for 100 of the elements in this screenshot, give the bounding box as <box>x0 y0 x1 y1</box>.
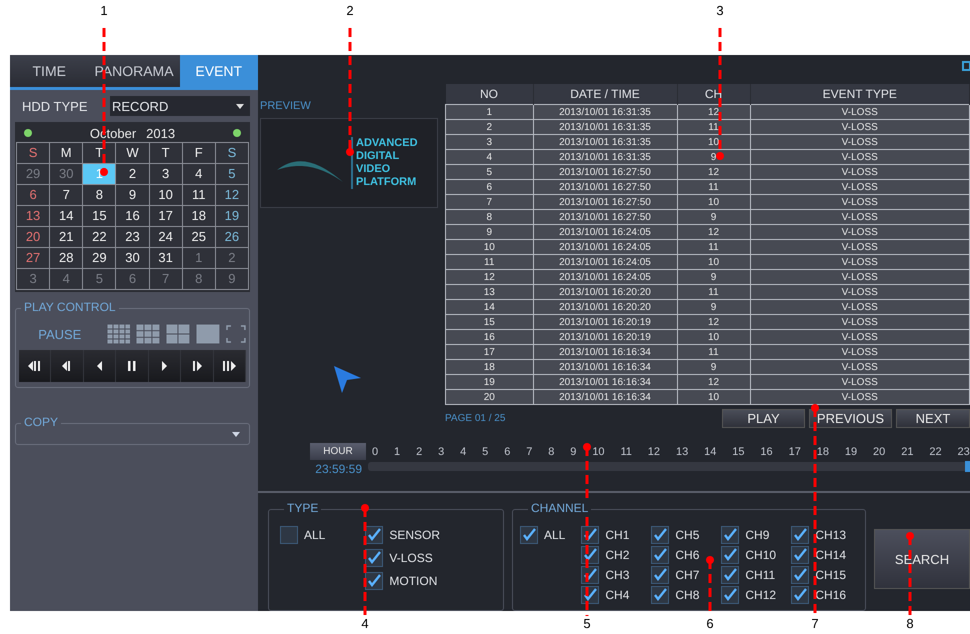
table-cell: 2013/10/01 16:24:05 <box>533 270 677 284</box>
hour-label: 9 <box>570 446 576 458</box>
grid-layout-icon[interactable] <box>106 324 130 344</box>
callout-number: 2 <box>345 4 355 18</box>
calendar-day[interactable]: 15 <box>83 206 116 226</box>
calendar-day[interactable]: 3 <box>150 164 182 184</box>
hour-label: 13 <box>676 446 688 458</box>
calendar-day[interactable]: 27 <box>17 248 50 268</box>
tab[interactable]: TIME <box>10 55 88 87</box>
tab[interactable]: PANORAMA <box>88 55 180 87</box>
calendar-day[interactable]: 26 <box>216 227 248 247</box>
table-cell: 2013/10/01 16:20:19 <box>533 330 677 344</box>
fast-rewind-button[interactable] <box>19 350 52 382</box>
calendar-day[interactable]: 23 <box>116 227 149 247</box>
hour-label: 15 <box>732 446 745 458</box>
checkbox[interactable] <box>581 526 600 544</box>
calendar-day[interactable]: 2 <box>116 164 149 184</box>
fullscreen-icon[interactable] <box>226 325 246 343</box>
checkbox[interactable] <box>791 546 810 564</box>
nav-button[interactable]: NEXT <box>896 409 970 428</box>
calendar-day[interactable]: 12 <box>216 185 248 205</box>
reverse-play-button[interactable] <box>84 350 116 382</box>
calendar-day[interactable]: 9 <box>116 185 149 205</box>
checkbox[interactable] <box>721 546 740 564</box>
hour-button[interactable]: HOUR <box>310 443 366 460</box>
grid-layout-icon[interactable] <box>136 324 160 344</box>
calendar-day[interactable]: 17 <box>150 206 182 226</box>
hour-label: 22 <box>929 446 942 458</box>
search-button[interactable]: SEARCH <box>874 529 970 589</box>
calendar-day[interactable]: 20 <box>17 227 50 247</box>
calendar-day[interactable]: 25 <box>182 227 215 247</box>
hour-label: 23 <box>958 446 970 458</box>
preview-label: PREVIEW <box>260 100 312 112</box>
grid-layout-icon[interactable] <box>166 324 190 344</box>
calendar-day[interactable]: 29 <box>83 248 116 268</box>
calendar-day[interactable]: 28 <box>50 248 82 268</box>
fast-forward-icon <box>222 361 236 371</box>
window-icon[interactable] <box>962 61 970 71</box>
table-cell: 2013/10/01 16:27:50 <box>533 194 677 210</box>
calendar-day[interactable]: 14 <box>50 206 82 226</box>
calendar-day[interactable]: 11 <box>182 185 215 205</box>
nav-button[interactable]: PLAY <box>722 409 805 428</box>
step-back-button[interactable] <box>51 350 84 382</box>
hour-label: 3 <box>438 446 444 458</box>
weekday-label: T <box>83 143 116 163</box>
calendar-day[interactable]: 4 <box>182 164 215 184</box>
calendar-day[interactable]: 22 <box>83 227 116 247</box>
previous-month-button[interactable] <box>24 129 32 137</box>
nav-button[interactable]: PREVIOUS <box>809 409 892 428</box>
step-forward-button[interactable] <box>181 350 214 382</box>
calendar-day[interactable]: 6 <box>17 185 50 205</box>
calendar-day[interactable]: 24 <box>150 227 182 247</box>
checkbox[interactable] <box>651 546 670 564</box>
checkbox[interactable] <box>651 566 670 584</box>
calendar-day[interactable]: 16 <box>116 206 149 226</box>
checkbox[interactable] <box>791 566 810 584</box>
logo-text: PLATFORM <box>356 176 418 189</box>
checkbox[interactable] <box>365 526 384 544</box>
calendar-day[interactable]: 13 <box>17 206 50 226</box>
table-cell: V-LOSS <box>750 330 970 344</box>
checkbox[interactable] <box>520 526 538 544</box>
checkbox[interactable] <box>365 572 384 590</box>
table-cell: V-LOSS <box>750 314 970 330</box>
checkbox[interactable] <box>365 549 384 567</box>
table-cell: 2013/10/01 16:31:35 <box>533 104 677 120</box>
callout-dot <box>361 504 369 512</box>
calendar-day[interactable]: 21 <box>50 227 82 247</box>
checkbox[interactable] <box>651 526 670 544</box>
next-month-button[interactable] <box>233 129 241 137</box>
checkbox[interactable] <box>721 566 740 584</box>
calendar-day[interactable]: 18 <box>182 206 215 226</box>
pause-button[interactable] <box>116 350 149 382</box>
checkbox[interactable] <box>581 566 600 584</box>
calendar-day[interactable]: 8 <box>83 185 116 205</box>
calendar-day[interactable]: 19 <box>216 206 248 226</box>
caret-icon <box>236 104 244 108</box>
calendar-day[interactable]: 30 <box>116 248 149 268</box>
weekday-label: M <box>50 143 82 163</box>
callout-number: 3 <box>715 4 725 18</box>
calendar-day[interactable]: 7 <box>50 185 82 205</box>
table-cell: 2013/10/01 16:16:34 <box>533 344 677 360</box>
hour-label: 18 <box>816 446 829 458</box>
hdd-type-dropdown[interactable]: RECORD <box>110 96 250 116</box>
play-button[interactable] <box>148 350 182 382</box>
grid-layout-icon[interactable] <box>196 324 220 344</box>
checkbox[interactable] <box>280 526 298 544</box>
calendar-day[interactable]: 10 <box>150 185 182 205</box>
calendar-day[interactable]: 31 <box>150 248 182 268</box>
checkbox[interactable] <box>791 526 810 544</box>
timeline-thumb[interactable] <box>965 461 970 472</box>
checkbox[interactable] <box>721 586 740 604</box>
table-cell: V-LOSS <box>750 284 970 300</box>
checkbox[interactable] <box>721 526 740 544</box>
column-header: EVENT TYPE <box>750 84 970 104</box>
fast-forward-button[interactable] <box>214 350 246 382</box>
calendar-day[interactable]: 5 <box>216 164 248 184</box>
checkbox[interactable] <box>791 586 810 604</box>
checkbox[interactable] <box>651 586 670 604</box>
hour-label: 1 <box>394 446 400 458</box>
table-cell: V-LOSS <box>750 254 970 270</box>
